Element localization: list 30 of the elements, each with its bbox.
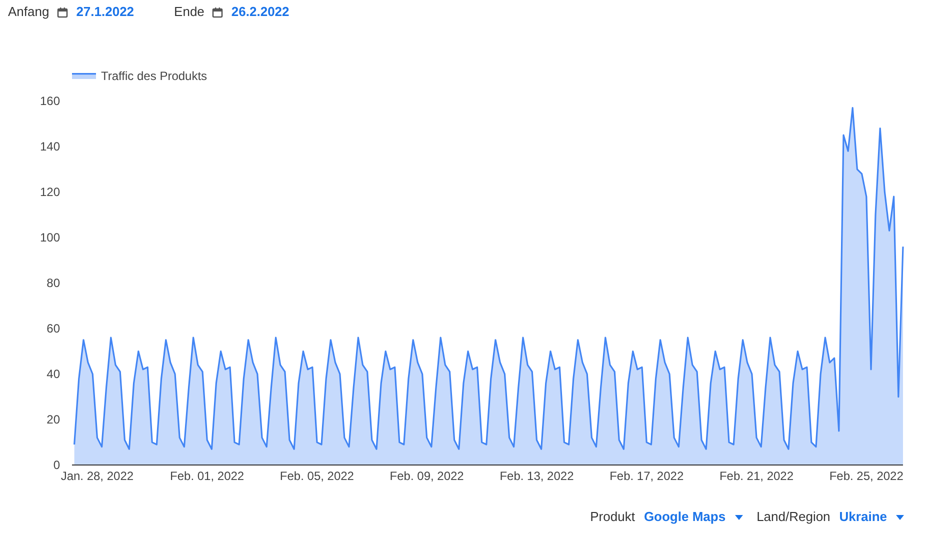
field-label: Land/Region	[756, 508, 830, 526]
y-tick-label: 100	[40, 230, 60, 244]
x-tick-label: Feb. 17, 2022	[610, 469, 684, 483]
y-tick-label: 80	[46, 276, 60, 290]
y-tick-label: 160	[40, 94, 60, 108]
y-tick-label: 140	[40, 140, 60, 154]
legend-label: Traffic des Produkts	[101, 69, 208, 83]
y-tick-label: 20	[46, 412, 60, 426]
y-tick-label: 120	[40, 185, 60, 199]
y-tick-label: 0	[53, 458, 60, 472]
y-tick-label: 40	[46, 367, 60, 381]
dropdown-button[interactable]: Google Maps	[644, 507, 743, 527]
field-label: Ende	[174, 3, 204, 22]
x-tick-label: Feb. 01, 2022	[170, 469, 244, 483]
calendar-icon	[212, 6, 224, 18]
date-button[interactable]: 26.2.2022	[231, 2, 290, 22]
x-tick-label: Feb. 05, 2022	[280, 469, 354, 483]
dropdown-button[interactable]: Ukraine	[839, 507, 904, 527]
x-tick-label: Feb. 13, 2022	[500, 469, 574, 483]
x-tick-label: Jan. 28, 2022	[60, 469, 134, 483]
date-button[interactable]: 27.1.2022	[76, 2, 134, 22]
calendar-icon	[57, 6, 68, 18]
x-tick-label: Feb. 09, 2022	[390, 469, 464, 483]
y-tick-label: 60	[46, 322, 60, 336]
caret-icon	[896, 514, 904, 520]
field-label: Anfang	[8, 3, 50, 22]
x-tick-label: Feb. 21, 2022	[719, 469, 794, 483]
caret-icon	[734, 514, 743, 520]
x-tick-label: Feb. 25, 2022	[829, 469, 904, 483]
field-label: Produkt	[590, 508, 635, 526]
